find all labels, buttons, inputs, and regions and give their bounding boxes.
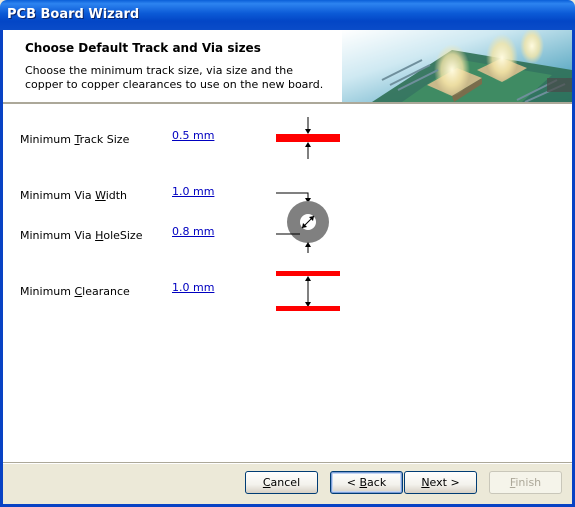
finish-button[interactable]: Finish [489, 471, 562, 494]
cancel-button[interactable]: Cancel [245, 471, 318, 494]
clearance-icon [276, 271, 340, 311]
pcb-illustration-icon [342, 30, 572, 102]
pcb-board-wizard-window: PCB Board Wizard Choose Default Track an… [0, 0, 575, 507]
via-icon [276, 192, 329, 253]
track-via-diagram [276, 117, 340, 311]
header-description: Choose the minimum track size, via size … [25, 64, 324, 91]
wizard-content: Minimum Track Size 0.5 mm Minimum Via Wi… [3, 105, 572, 462]
wizard-header: Choose Default Track and Via sizes Choos… [3, 30, 572, 102]
back-button[interactable]: < Back [330, 471, 403, 494]
title-bar[interactable]: PCB Board Wizard [0, 0, 575, 30]
next-button[interactable]: Next > [404, 471, 477, 494]
window-title: PCB Board Wizard [7, 7, 140, 22]
track-size-icon [276, 117, 340, 159]
header-title: Choose Default Track and Via sizes [25, 41, 261, 55]
footer-separator [3, 462, 572, 464]
